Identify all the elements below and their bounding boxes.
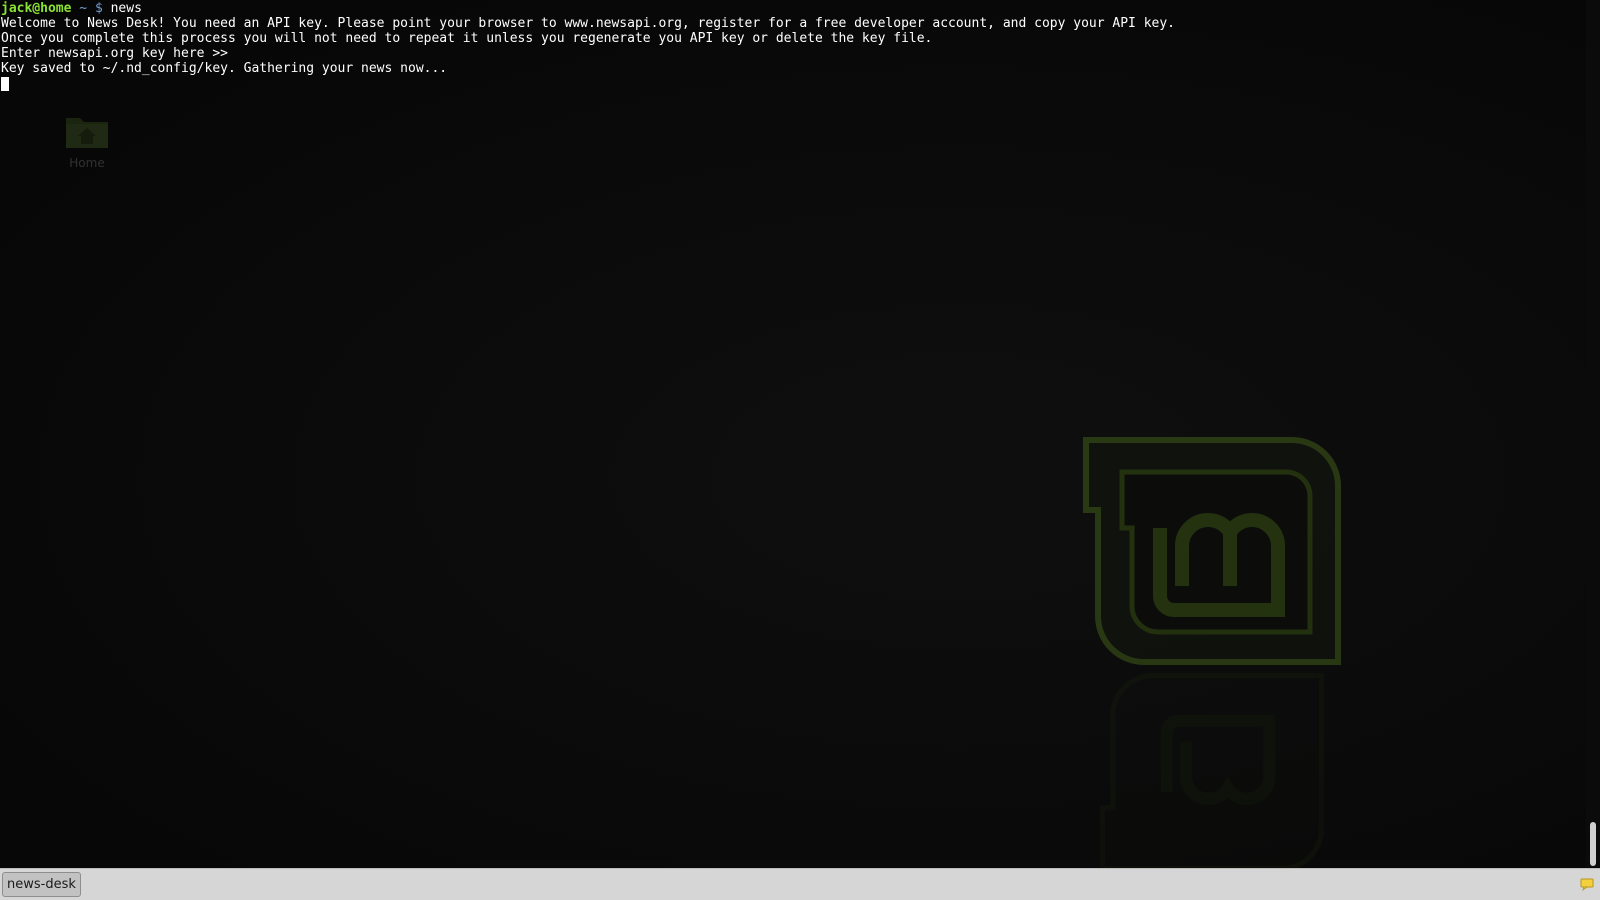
prompt-symbol: $ [94,1,103,16]
terminal-output-line: Key saved to ~/.nd_config/key. Gathering… [1,61,448,76]
notification-icon[interactable] [1580,877,1594,892]
terminal-output-line: Welcome to News Desk! You need an API ke… [1,16,1175,31]
terminal-output-line: Once you complete this process you will … [1,31,933,46]
terminal-scrollbar[interactable] [1586,0,1600,868]
terminal-window[interactable]: jack@home ~ $ news Welcome to News Desk!… [0,0,1586,868]
terminal-cursor-line[interactable] [1,76,1586,91]
terminal-prompt-line: jack@home ~ $ news [1,1,1586,16]
terminal-output-line: Enter newsapi.org key here >> [1,46,228,61]
terminal-cursor [1,77,9,91]
prompt-command: news [110,1,142,16]
prompt-path: ~ [79,1,88,16]
bottom-panel: news-desk [0,868,1600,900]
prompt-user-host: jack@home [1,1,72,16]
taskbar-window-button-news-desk[interactable]: news-desk [2,872,81,897]
scrollbar-thumb[interactable] [1590,822,1596,866]
